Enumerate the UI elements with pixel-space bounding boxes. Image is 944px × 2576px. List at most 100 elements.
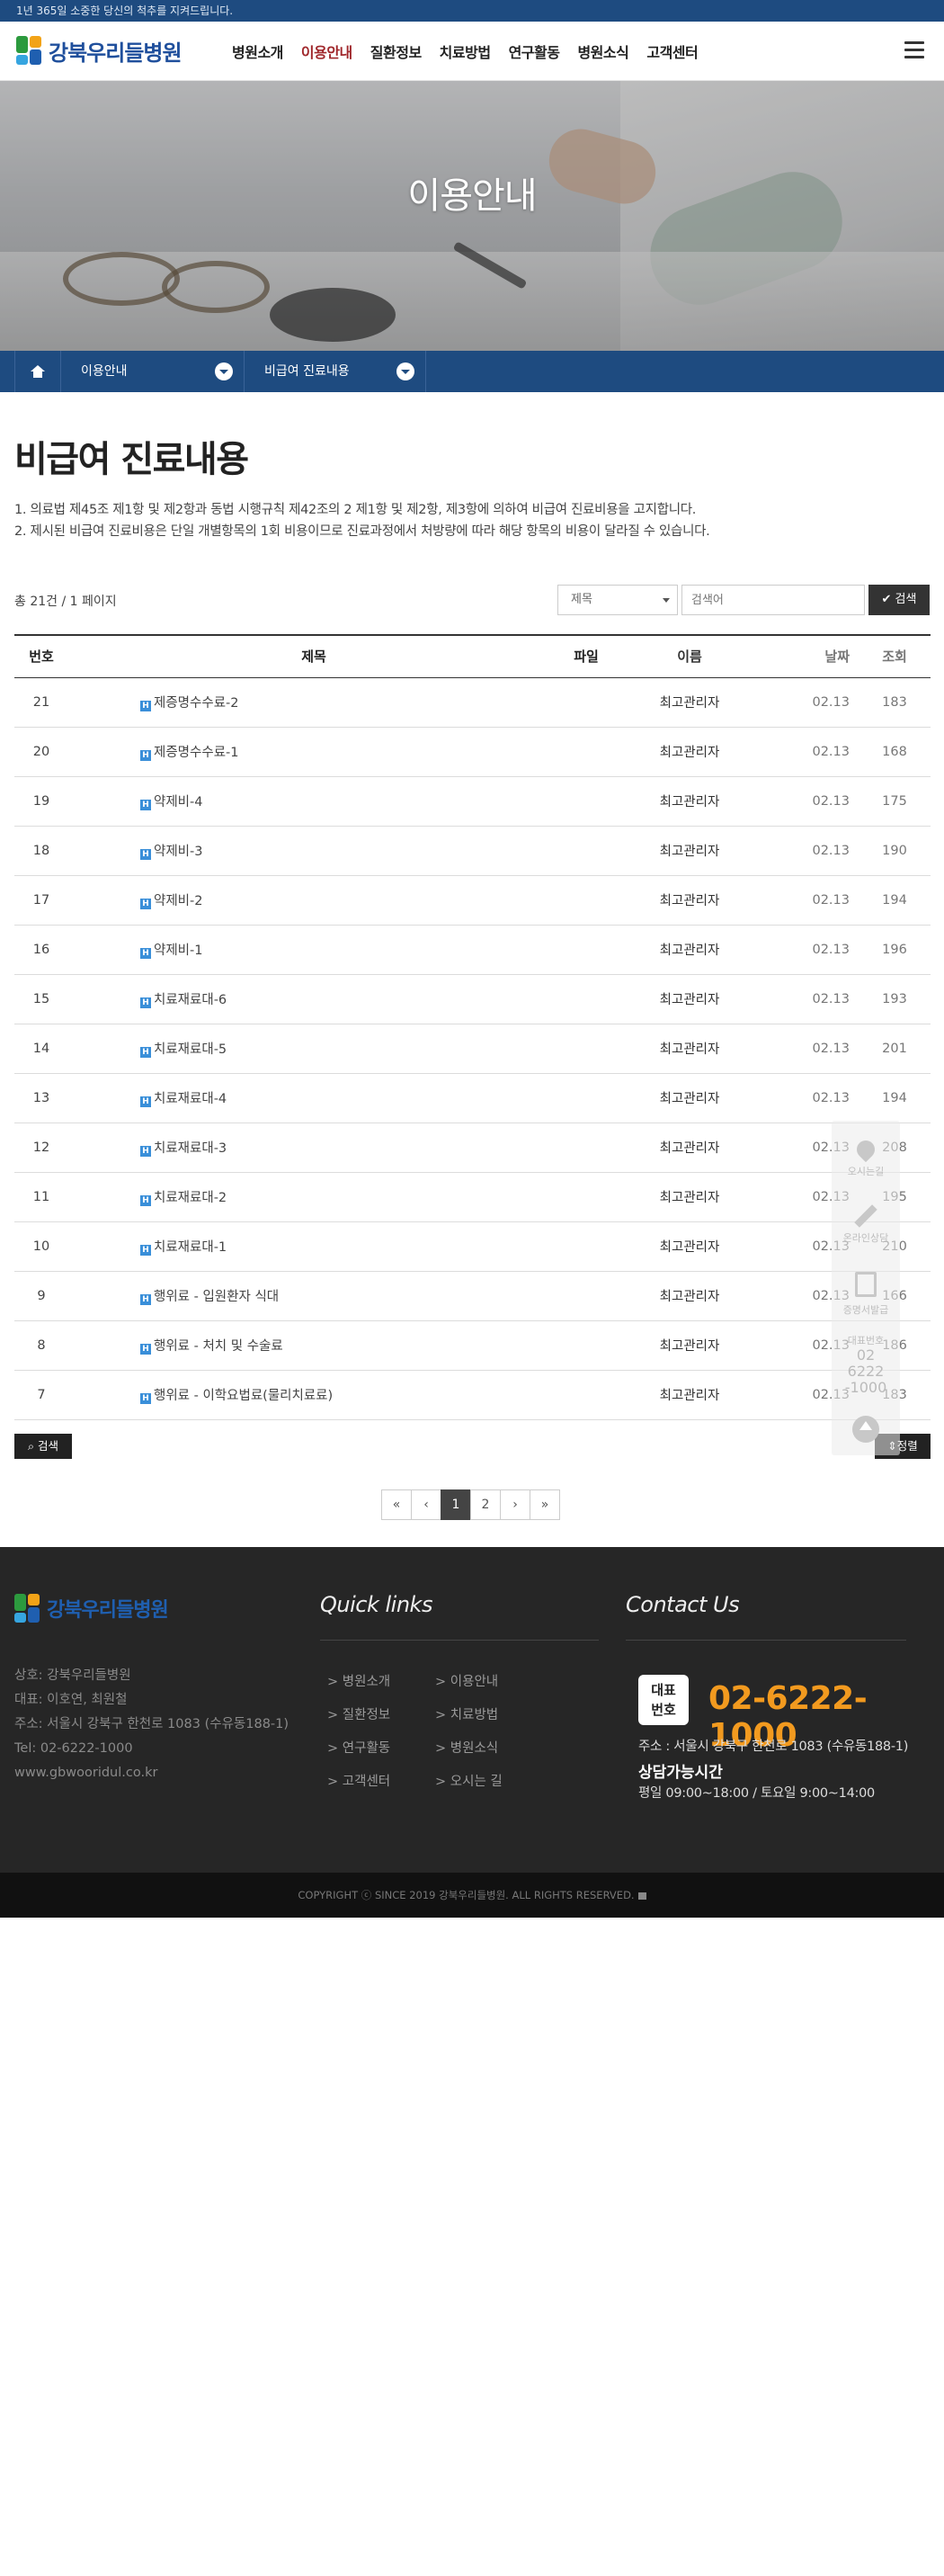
table-row[interactable]: 7H행위료 - 이학요법료(물리치료료)최고관리자02.13183	[14, 1370, 931, 1420]
search-input[interactable]	[681, 585, 865, 615]
quick-link-guide[interactable]: 이용안내	[435, 1666, 525, 1699]
table-row[interactable]: 19 H 약제비-4 최고관리자 02.13 175	[14, 776, 931, 827]
nav-item-research[interactable]: 연구활동	[509, 40, 560, 62]
quick-link-research[interactable]: 연구활동	[327, 1732, 435, 1766]
hot-badge-icon: H	[140, 800, 151, 810]
quickbar-reservation[interactable]: 온라인상담	[832, 1200, 900, 1245]
row-title[interactable]: 약제비-2	[154, 894, 202, 908]
bottom-search-button[interactable]: ⌕ 검색	[14, 1434, 72, 1459]
row-file	[559, 925, 613, 975]
quick-links: 병원소개 이용안내 질환정보 치료방법 연구활동 병원소식 고객센터 오시는 길	[327, 1666, 525, 1799]
nav-item-news[interactable]: 병원소식	[577, 40, 628, 62]
row-title[interactable]: 제증명수수료-2	[154, 696, 239, 711]
table-row[interactable]: 11H치료재료대-2최고관리자02.13195	[14, 1172, 931, 1222]
row-title-cell[interactable]: H 제증명수수료-2	[68, 677, 559, 728]
quick-link-support[interactable]: 고객센터	[327, 1766, 435, 1799]
quick-link-treatment[interactable]: 치료방법	[435, 1699, 525, 1732]
contact-title: Contact Us	[626, 1592, 740, 1617]
quick-link-news[interactable]: 병원소식	[435, 1732, 525, 1766]
row-title-cell[interactable]: H 치료재료대-4	[68, 1073, 559, 1123]
page-number[interactable]: 2	[470, 1489, 501, 1520]
row-title-cell[interactable]: H 행위료 - 이학요법료(물리치료료)	[68, 1370, 559, 1420]
table-row[interactable]: 8H행위료 - 처치 및 수술료최고관리자02.13186	[14, 1320, 931, 1371]
quickbar-reservation-label: 온라인상담	[842, 1232, 889, 1244]
table-row[interactable]: 15 H 치료재료대-6 최고관리자 02.13 193	[14, 974, 931, 1024]
row-title[interactable]: 치료재료대-5	[154, 1042, 227, 1057]
row-title-cell[interactable]: H 제증명수수료-1	[68, 727, 559, 777]
row-title-cell[interactable]: H 치료재료대-2	[68, 1172, 559, 1222]
search-field-select[interactable]: 제목	[557, 585, 678, 615]
col-views[interactable]: 조회	[859, 634, 931, 678]
row-title[interactable]: 약제비-3	[154, 845, 202, 859]
row-title-cell[interactable]: H 행위료 - 입원환자 식대	[68, 1271, 559, 1321]
row-title-cell[interactable]: H 치료재료대-1	[68, 1221, 559, 1272]
hamburger-icon[interactable]	[904, 41, 924, 59]
row-title[interactable]: 치료재료대-2	[154, 1191, 227, 1205]
quick-link-about[interactable]: 병원소개	[327, 1666, 435, 1699]
footer-website[interactable]: www.gbwooridul.co.kr	[14, 1761, 302, 1785]
row-no: 14	[14, 1024, 68, 1074]
row-title[interactable]: 약제비-4	[154, 795, 202, 809]
page-first[interactable]: «	[381, 1489, 412, 1520]
row-title-cell[interactable]: H 치료재료대-5	[68, 1024, 559, 1074]
notice-line-1: 1. 의료법 제45조 제1항 및 제2항과 동법 시행규칙 제42조의 2 제…	[14, 503, 697, 517]
row-title[interactable]: 약제비-1	[154, 944, 202, 958]
row-title[interactable]: 제증명수수료-1	[154, 746, 239, 760]
search-button-label: 검색	[895, 593, 917, 606]
table-row[interactable]: 12H치료재료대-3최고관리자02.13208	[14, 1123, 931, 1173]
table-row[interactable]: 16 H 약제비-1 최고관리자 02.13 196	[14, 925, 931, 975]
page-prev[interactable]: ‹	[411, 1489, 441, 1520]
nav-item-support[interactable]: 고객센터	[646, 40, 698, 62]
table-row[interactable]: 10H치료재료대-1최고관리자02.13210	[14, 1221, 931, 1272]
nav-item-guide[interactable]: 이용안내	[301, 40, 352, 62]
row-title-cell[interactable]: H 약제비-1	[68, 925, 559, 975]
col-title[interactable]: 제목	[68, 634, 559, 678]
nav-item-about[interactable]: 병원소개	[232, 40, 283, 62]
login-icon[interactable]	[637, 1892, 646, 1900]
row-date: 02.13	[766, 875, 859, 926]
page-last[interactable]: »	[530, 1489, 560, 1520]
row-name: 최고관리자	[613, 776, 766, 827]
row-title-cell[interactable]: H 행위료 - 처치 및 수술료	[68, 1320, 559, 1371]
row-title-cell[interactable]: H 치료재료대-6	[68, 974, 559, 1024]
search-button[interactable]: ✔ 검색	[868, 585, 930, 615]
row-title-cell[interactable]: H 약제비-3	[68, 826, 559, 876]
scroll-top-button[interactable]	[832, 1416, 900, 1448]
row-title[interactable]: 행위료 - 처치 및 수술료	[154, 1339, 283, 1354]
table-row[interactable]: 20 H 제증명수수료-1 최고관리자 02.13 168	[14, 727, 931, 777]
quick-link-disease[interactable]: 질환정보	[327, 1699, 435, 1732]
table-row[interactable]: 17 H 약제비-2 최고관리자 02.13 194	[14, 875, 931, 926]
row-title[interactable]: 행위료 - 이학요법료(물리치료료)	[154, 1389, 333, 1403]
row-title-cell[interactable]: H 치료재료대-3	[68, 1123, 559, 1173]
row-title[interactable]: 치료재료대-3	[154, 1141, 227, 1156]
table-row[interactable]: 18 H 약제비-3 최고관리자 02.13 190	[14, 826, 931, 876]
row-title[interactable]: 치료재료대-6	[154, 993, 227, 1007]
row-title-cell[interactable]: H 약제비-2	[68, 875, 559, 926]
page-next[interactable]: ›	[500, 1489, 530, 1520]
bottom-search-label: 검색	[37, 1439, 58, 1453]
sort-label: 정렬	[896, 1439, 918, 1453]
table-row[interactable]: 14 H 치료재료대-5 최고관리자 02.13 201	[14, 1024, 931, 1074]
nav-item-treatment[interactable]: 치료방법	[440, 40, 491, 62]
quickbar-location[interactable]: 오시는길	[832, 1136, 900, 1178]
breadcrumb-level2-select[interactable]: 비급여 진료내용	[245, 351, 426, 392]
site-logo[interactable]: 강북우리들병원	[16, 34, 183, 67]
table-row[interactable]: 21 H 제증명수수료-2 최고관리자 02.13 183	[14, 677, 931, 728]
row-title[interactable]: 행위료 - 입원환자 식대	[154, 1290, 279, 1304]
row-file	[559, 776, 613, 827]
row-title[interactable]: 치료재료대-4	[154, 1092, 227, 1106]
table-row[interactable]: 9H행위료 - 입원환자 식대최고관리자02.13166	[14, 1271, 931, 1321]
page-number[interactable]: 1	[441, 1489, 471, 1520]
nav-item-disease[interactable]: 질환정보	[370, 40, 422, 62]
quick-link-location[interactable]: 오시는 길	[435, 1766, 525, 1799]
footer-logo[interactable]: 강북우리들병원	[14, 1594, 169, 1623]
breadcrumb-level1-select[interactable]: 이용안내	[61, 351, 245, 392]
divider	[626, 1640, 906, 1641]
col-date[interactable]: 날짜	[766, 634, 859, 678]
quickbar-certificate[interactable]: 증명서발급	[832, 1272, 900, 1317]
row-title[interactable]: 치료재료대-1	[154, 1240, 227, 1255]
row-no: 7	[14, 1370, 68, 1420]
row-title-cell[interactable]: H 약제비-4	[68, 776, 559, 827]
table-row[interactable]: 13 H 치료재료대-4 최고관리자 02.13 194	[14, 1073, 931, 1123]
breadcrumb-home[interactable]	[14, 351, 61, 392]
